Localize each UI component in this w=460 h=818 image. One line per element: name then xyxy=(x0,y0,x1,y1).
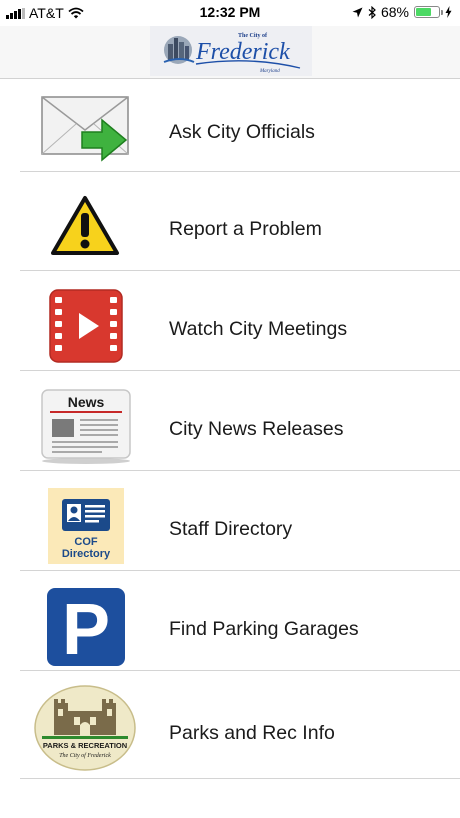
menu-item-find-parking-garages[interactable]: P Find Parking Garages xyxy=(20,571,460,671)
video-icon xyxy=(49,289,123,363)
city-of-frederick-logo: The City of Frederick Maryland xyxy=(150,26,312,76)
status-right: 68% xyxy=(352,4,452,20)
menu-item-label: City News Releases xyxy=(169,418,344,440)
menu-item-label: Watch City Meetings xyxy=(169,318,348,340)
logo-graphic: The City of Frederick Maryland xyxy=(163,33,301,74)
directory-icon-line1: COF xyxy=(74,536,98,548)
menu-item-watch-city-meetings[interactable]: Watch City Meetings xyxy=(20,271,460,371)
menu-item-staff-directory[interactable]: COF Directory Staff Directory xyxy=(20,471,460,571)
warning-icon xyxy=(51,196,119,255)
menu-item-city-news-releases[interactable]: News City News Releases xyxy=(20,371,460,471)
menu-item-label: Staff Directory xyxy=(169,518,293,540)
menu-item-label: Parks and Rec Info xyxy=(169,722,335,744)
newspaper-icon: News xyxy=(41,389,131,464)
location-arrow-icon xyxy=(352,7,363,17)
directory-icon-line2: Directory xyxy=(62,548,111,560)
battery-percent: 68% xyxy=(380,4,409,20)
directory-icon: COF Directory xyxy=(48,488,124,564)
menu-item-ask-city-officials[interactable]: Ask City Officials xyxy=(20,79,460,172)
news-icon-text: News xyxy=(68,394,105,410)
status-bar: AT&T 12:32 PM 68% xyxy=(0,0,460,26)
parking-icon-letter: P xyxy=(62,590,110,666)
bluetooth-icon xyxy=(368,5,376,19)
charging-bolt-icon xyxy=(445,6,452,18)
menu-item-label: Ask City Officials xyxy=(169,121,315,143)
battery-icon xyxy=(414,6,443,18)
battery-level-fill xyxy=(416,8,431,16)
parking-icon: P xyxy=(47,588,125,666)
logo-small-bottom: Maryland xyxy=(259,69,280,74)
email-arrow-icon xyxy=(41,96,129,162)
header-bar: The City of Frederick Maryland xyxy=(0,26,460,79)
parks-rec-icon: PARKS & RECREATION The City of Frederick xyxy=(34,685,136,771)
menu-item-label: Find Parking Garages xyxy=(169,618,359,640)
menu-item-report-a-problem[interactable]: Report a Problem xyxy=(20,172,460,271)
parks-icon-line2: The City of Frederick xyxy=(59,752,111,759)
menu-item-parks-and-rec-info[interactable]: PARKS & RECREATION The City of Frederick… xyxy=(20,671,460,779)
menu-item-label: Report a Problem xyxy=(169,218,322,240)
parks-icon-line1: PARKS & RECREATION xyxy=(43,741,127,750)
